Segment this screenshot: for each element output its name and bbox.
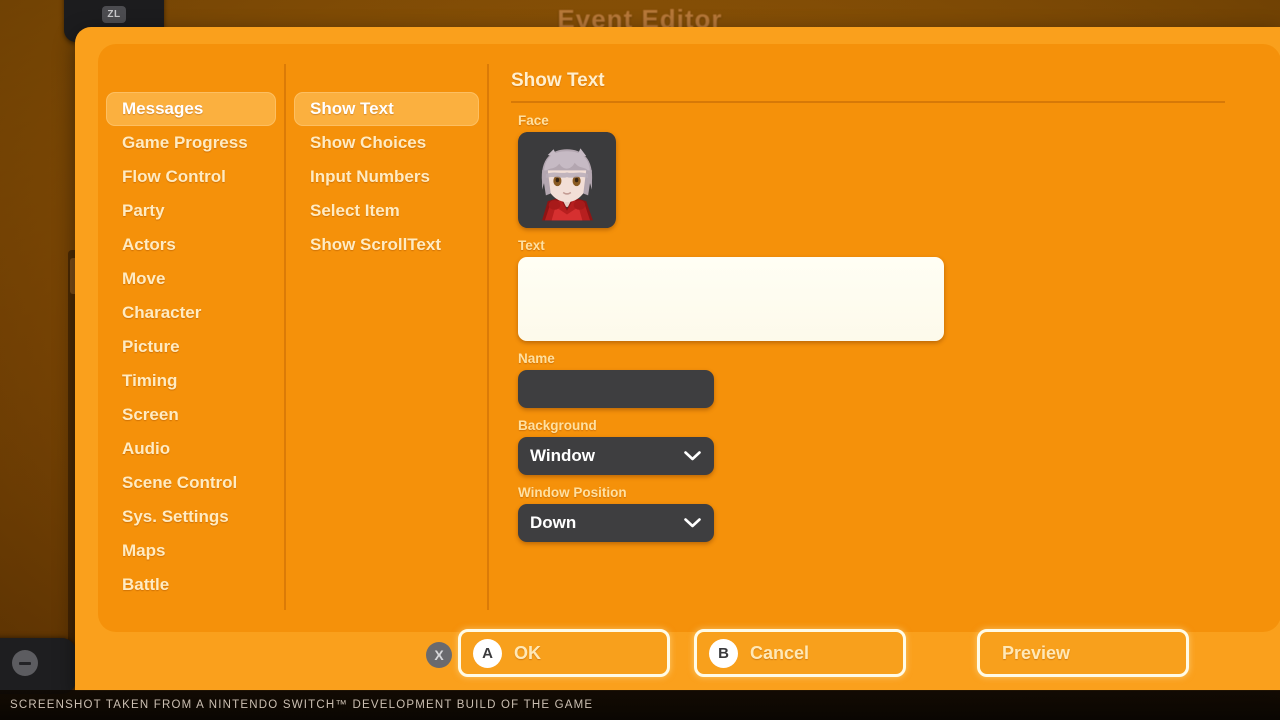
- ok-button[interactable]: A OK: [458, 629, 670, 677]
- category-item-label: Sys. Settings: [122, 507, 229, 526]
- background-select[interactable]: Window: [518, 437, 714, 475]
- window-position-label: Window Position: [518, 485, 627, 500]
- cancel-button-label: Cancel: [750, 642, 810, 663]
- face-picker[interactable]: [518, 132, 616, 228]
- preview-button-label: Preview: [1002, 642, 1071, 663]
- minus-panel: [0, 638, 76, 694]
- category-item-game-progress[interactable]: Game Progress: [106, 126, 276, 160]
- category-item-battle[interactable]: Battle: [106, 568, 276, 602]
- text-label: Text: [518, 238, 545, 253]
- chevron-down-icon: [684, 451, 701, 461]
- background-select-value: Window: [530, 446, 595, 465]
- category-item-label: Party: [122, 201, 165, 220]
- category-item-sys-settings[interactable]: Sys. Settings: [106, 500, 276, 534]
- screen-root: Event Editor ZL Messages Game Progress F…: [0, 0, 1280, 720]
- category-item-label: Messages: [122, 99, 204, 118]
- command-item-select-item[interactable]: Select Item: [294, 194, 479, 228]
- category-item-label: Actors: [122, 235, 176, 254]
- command-item-label: Select Item: [310, 201, 400, 220]
- ok-button-label: OK: [514, 642, 541, 663]
- category-item-screen[interactable]: Screen: [106, 398, 276, 432]
- command-item-input-numbers[interactable]: Input Numbers: [294, 160, 479, 194]
- command-item-label: Input Numbers: [310, 167, 430, 186]
- category-item-flow-control[interactable]: Flow Control: [106, 160, 276, 194]
- category-item-party[interactable]: Party: [106, 194, 276, 228]
- face-portrait-icon: [519, 132, 615, 228]
- close-button[interactable]: X: [426, 642, 452, 668]
- form-title: Show Text: [511, 70, 605, 91]
- category-item-scene-control[interactable]: Scene Control: [106, 466, 276, 500]
- minus-icon[interactable]: [12, 650, 38, 676]
- text-input[interactable]: [518, 257, 944, 341]
- command-item-label: Show Choices: [310, 133, 427, 152]
- category-item-actors[interactable]: Actors: [106, 228, 276, 262]
- category-item-label: Picture: [122, 337, 180, 356]
- command-settings-form: Show Text Face Text Name Background Wind…: [489, 44, 1280, 632]
- name-label: Name: [518, 351, 555, 366]
- category-item-label: Audio: [122, 439, 171, 458]
- category-item-label: Screen: [122, 405, 179, 424]
- window-position-select[interactable]: Down: [518, 504, 714, 542]
- zl-badge: ZL: [102, 6, 126, 23]
- window-position-select-value: Down: [530, 513, 577, 532]
- screenshot-watermark: SCREENSHOT TAKEN FROM A NINTENDO SWITCH™…: [0, 690, 1280, 720]
- command-list: Show Text Show Choices Input Numbers Sel…: [286, 64, 489, 610]
- category-item-messages[interactable]: Messages: [106, 92, 276, 126]
- button-a-icon: A: [473, 638, 502, 668]
- command-item-label: Show ScrollText: [310, 235, 441, 254]
- chevron-down-icon: [684, 518, 701, 528]
- button-b-icon: B: [709, 638, 738, 668]
- category-item-label: Game Progress: [122, 133, 248, 152]
- preview-button[interactable]: Preview: [977, 629, 1189, 677]
- category-item-maps[interactable]: Maps: [106, 534, 276, 568]
- category-item-picture[interactable]: Picture: [106, 330, 276, 364]
- name-input[interactable]: [518, 370, 714, 408]
- category-item-label: Character: [122, 303, 202, 322]
- category-item-label: Battle: [122, 575, 170, 594]
- form-divider: [511, 101, 1225, 103]
- command-item-show-choices[interactable]: Show Choices: [294, 126, 479, 160]
- modal-footer: X A OK B Cancel Preview: [75, 615, 1280, 691]
- event-command-modal: Messages Game Progress Flow Control Part…: [75, 27, 1280, 691]
- background-label: Background: [518, 418, 597, 433]
- face-label: Face: [518, 113, 549, 128]
- category-list: Messages Game Progress Flow Control Part…: [98, 64, 286, 610]
- command-item-label: Show Text: [310, 99, 394, 118]
- category-item-timing[interactable]: Timing: [106, 364, 276, 398]
- category-item-label: Scene Control: [122, 473, 238, 492]
- command-item-show-text[interactable]: Show Text: [294, 92, 479, 126]
- category-item-label: Timing: [122, 371, 178, 390]
- category-item-label: Maps: [122, 541, 166, 560]
- command-item-show-scrolltext[interactable]: Show ScrollText: [294, 228, 479, 262]
- cancel-button[interactable]: B Cancel: [694, 629, 906, 677]
- category-item-move[interactable]: Move: [106, 262, 276, 296]
- category-item-label: Move: [122, 269, 166, 288]
- category-item-label: Flow Control: [122, 167, 226, 186]
- category-item-character[interactable]: Character: [106, 296, 276, 330]
- category-item-audio[interactable]: Audio: [106, 432, 276, 466]
- modal-content-panel: Messages Game Progress Flow Control Part…: [98, 44, 1280, 632]
